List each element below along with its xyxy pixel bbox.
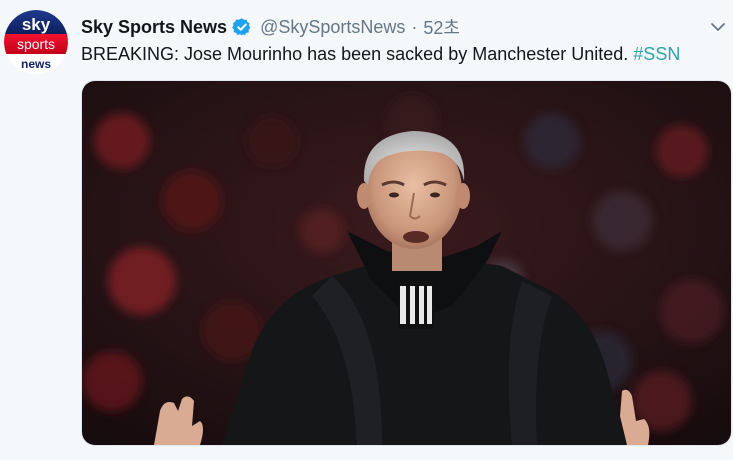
tweet-text: BREAKING: Jose Mourinho has been sacked …: [81, 44, 680, 65]
separator-dot: ·: [411, 16, 418, 37]
sky-sports-news-logo: sky sports news: [4, 10, 68, 74]
logo-text-sky: sky: [22, 15, 51, 34]
user-handle[interactable]: @SkySportsNews: [260, 17, 405, 38]
avatar[interactable]: sky sports news: [4, 10, 68, 74]
logo-text-sports: sports: [17, 36, 55, 52]
logo-text-news: news: [21, 57, 51, 71]
display-name[interactable]: Sky Sports News: [81, 17, 227, 38]
tweet-photo[interactable]: [81, 80, 732, 446]
timestamp[interactable]: 52초: [423, 14, 460, 40]
tweet-card[interactable]: sky sports news Sky Sports News @SkySpor…: [0, 0, 733, 460]
photo-image: [82, 81, 731, 445]
tweet-header: Sky Sports News @SkySportsNews · 52초: [81, 14, 460, 40]
hashtag-link[interactable]: #SSN: [633, 44, 680, 64]
scarf: [398, 281, 434, 329]
tweet-body: BREAKING: Jose Mourinho has been sacked …: [81, 44, 629, 64]
chevron-down-icon[interactable]: [709, 18, 727, 36]
verified-badge-icon: [232, 17, 252, 37]
